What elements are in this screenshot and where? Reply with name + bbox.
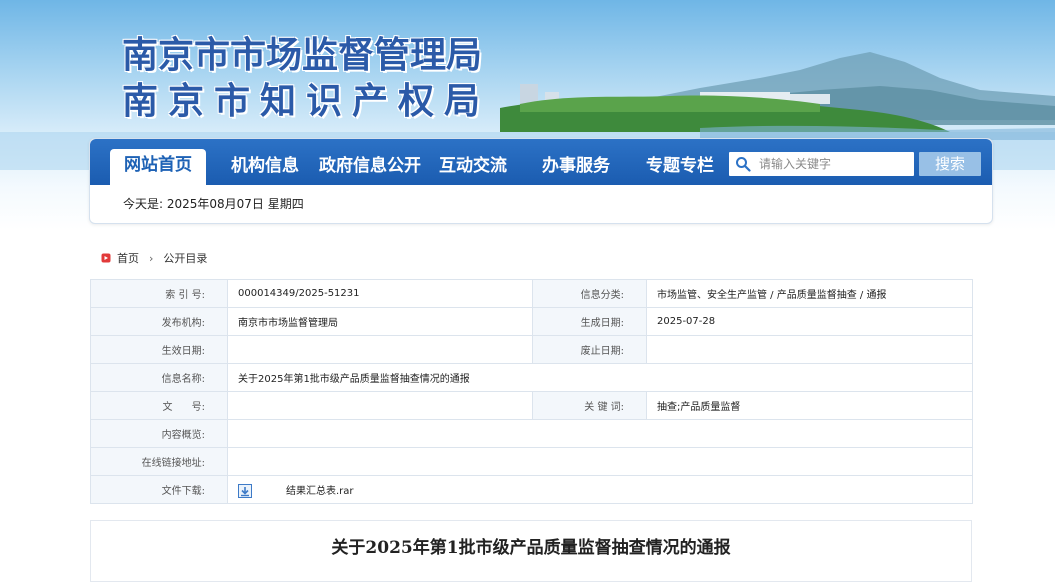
breadcrumb-home-link[interactable]: 首页: [117, 250, 139, 266]
keywords-label: 关 键 词:: [532, 391, 647, 420]
publisher-label: 发布机构:: [90, 307, 228, 336]
summary-label: 内容概览:: [90, 419, 228, 448]
site-title-line2: 南京市知识产权局: [122, 80, 491, 122]
expiry-date-value: [646, 335, 973, 364]
publisher-value: 南京市市场监督管理局: [227, 307, 533, 336]
keywords-value: 抽查;产品质量监督: [646, 391, 973, 420]
download-file-link[interactable]: 结果汇总表.rar: [286, 486, 354, 497]
chevron-right-icon: ›: [149, 251, 154, 265]
index-value: 000014349/2025-51231: [227, 279, 533, 308]
info-metadata-table: 索 引 号: 000014349/2025-51231 信息分类: 市场监管、安…: [90, 279, 973, 504]
category-value: 市场监管、安全生产监管 / 产品质量监督抽查 / 通报: [646, 279, 973, 308]
article-title: 关于2025年第1批市级产品质量监督抽查情况的通报: [331, 538, 731, 558]
file-download-cell: 结果汇总表.rar: [227, 475, 973, 504]
nav-item-home[interactable]: 网站首页: [110, 149, 206, 185]
current-date: 今天是: 2025年08月07日 星期四: [123, 197, 304, 211]
nav-item-interaction[interactable]: 互动交流: [439, 151, 507, 176]
breadcrumb-current[interactable]: 公开目录: [163, 250, 207, 266]
search-box: [729, 152, 914, 176]
nav-item-special-topics[interactable]: 专题专栏: [646, 151, 714, 176]
main-navigation-card: 网站首页 机构信息 政府信息公开 互动交流 办事服务 专题专栏 搜索 今天是: …: [89, 138, 993, 224]
online-link-label: 在线链接地址:: [90, 447, 228, 476]
info-name-value: 关于2025年第1批市级产品质量监督抽查情况的通报: [227, 363, 973, 392]
effective-date-value: [227, 335, 533, 364]
summary-value: [227, 419, 973, 448]
table-row: 内容概览:: [90, 419, 973, 448]
table-row: 文件下载: 结果汇总表.rar: [90, 475, 973, 504]
table-row: 生效日期: 废止日期:: [90, 335, 973, 364]
table-row: 信息名称: 关于2025年第1批市级产品质量监督抽查情况的通报: [90, 363, 973, 392]
index-label: 索 引 号:: [90, 279, 228, 308]
online-link-value: [227, 447, 973, 476]
home-marker-icon: [101, 253, 111, 263]
nav-item-gov-info-disclosure[interactable]: 政府信息公开: [319, 151, 421, 176]
site-title-line1: 南京市市场监督管理局: [122, 34, 483, 76]
document-number-label: 文 号:: [90, 391, 228, 420]
download-icon[interactable]: [238, 483, 252, 498]
info-name-label: 信息名称:: [90, 363, 228, 392]
effective-date-label: 生效日期:: [90, 335, 228, 364]
table-row: 索 引 号: 000014349/2025-51231 信息分类: 市场监管、安…: [90, 279, 973, 308]
file-download-label: 文件下载:: [90, 475, 228, 504]
nav-item-organization[interactable]: 机构信息: [231, 151, 299, 176]
search-input[interactable]: [759, 154, 909, 174]
search-icon: [736, 157, 751, 172]
created-date-value: 2025-07-28: [646, 307, 973, 336]
table-row: 文 号: 关 键 词: 抽查;产品质量监督: [90, 391, 973, 420]
search-button[interactable]: 搜索: [919, 152, 981, 176]
created-date-label: 生成日期:: [532, 307, 647, 336]
category-label: 信息分类:: [532, 279, 647, 308]
document-number-value: [227, 391, 533, 420]
breadcrumb: 首页 › 公开目录: [101, 250, 207, 266]
nav-item-services[interactable]: 办事服务: [542, 151, 610, 176]
nav-bar: 网站首页 机构信息 政府信息公开 互动交流 办事服务 专题专栏 搜索: [90, 139, 992, 185]
table-row: 发布机构: 南京市市场监督管理局 生成日期: 2025-07-28: [90, 307, 973, 336]
article-container: 关于2025年第1批市级产品质量监督抽查情况的通报: [90, 520, 972, 582]
expiry-date-label: 废止日期:: [532, 335, 647, 364]
table-row: 在线链接地址:: [90, 447, 973, 476]
